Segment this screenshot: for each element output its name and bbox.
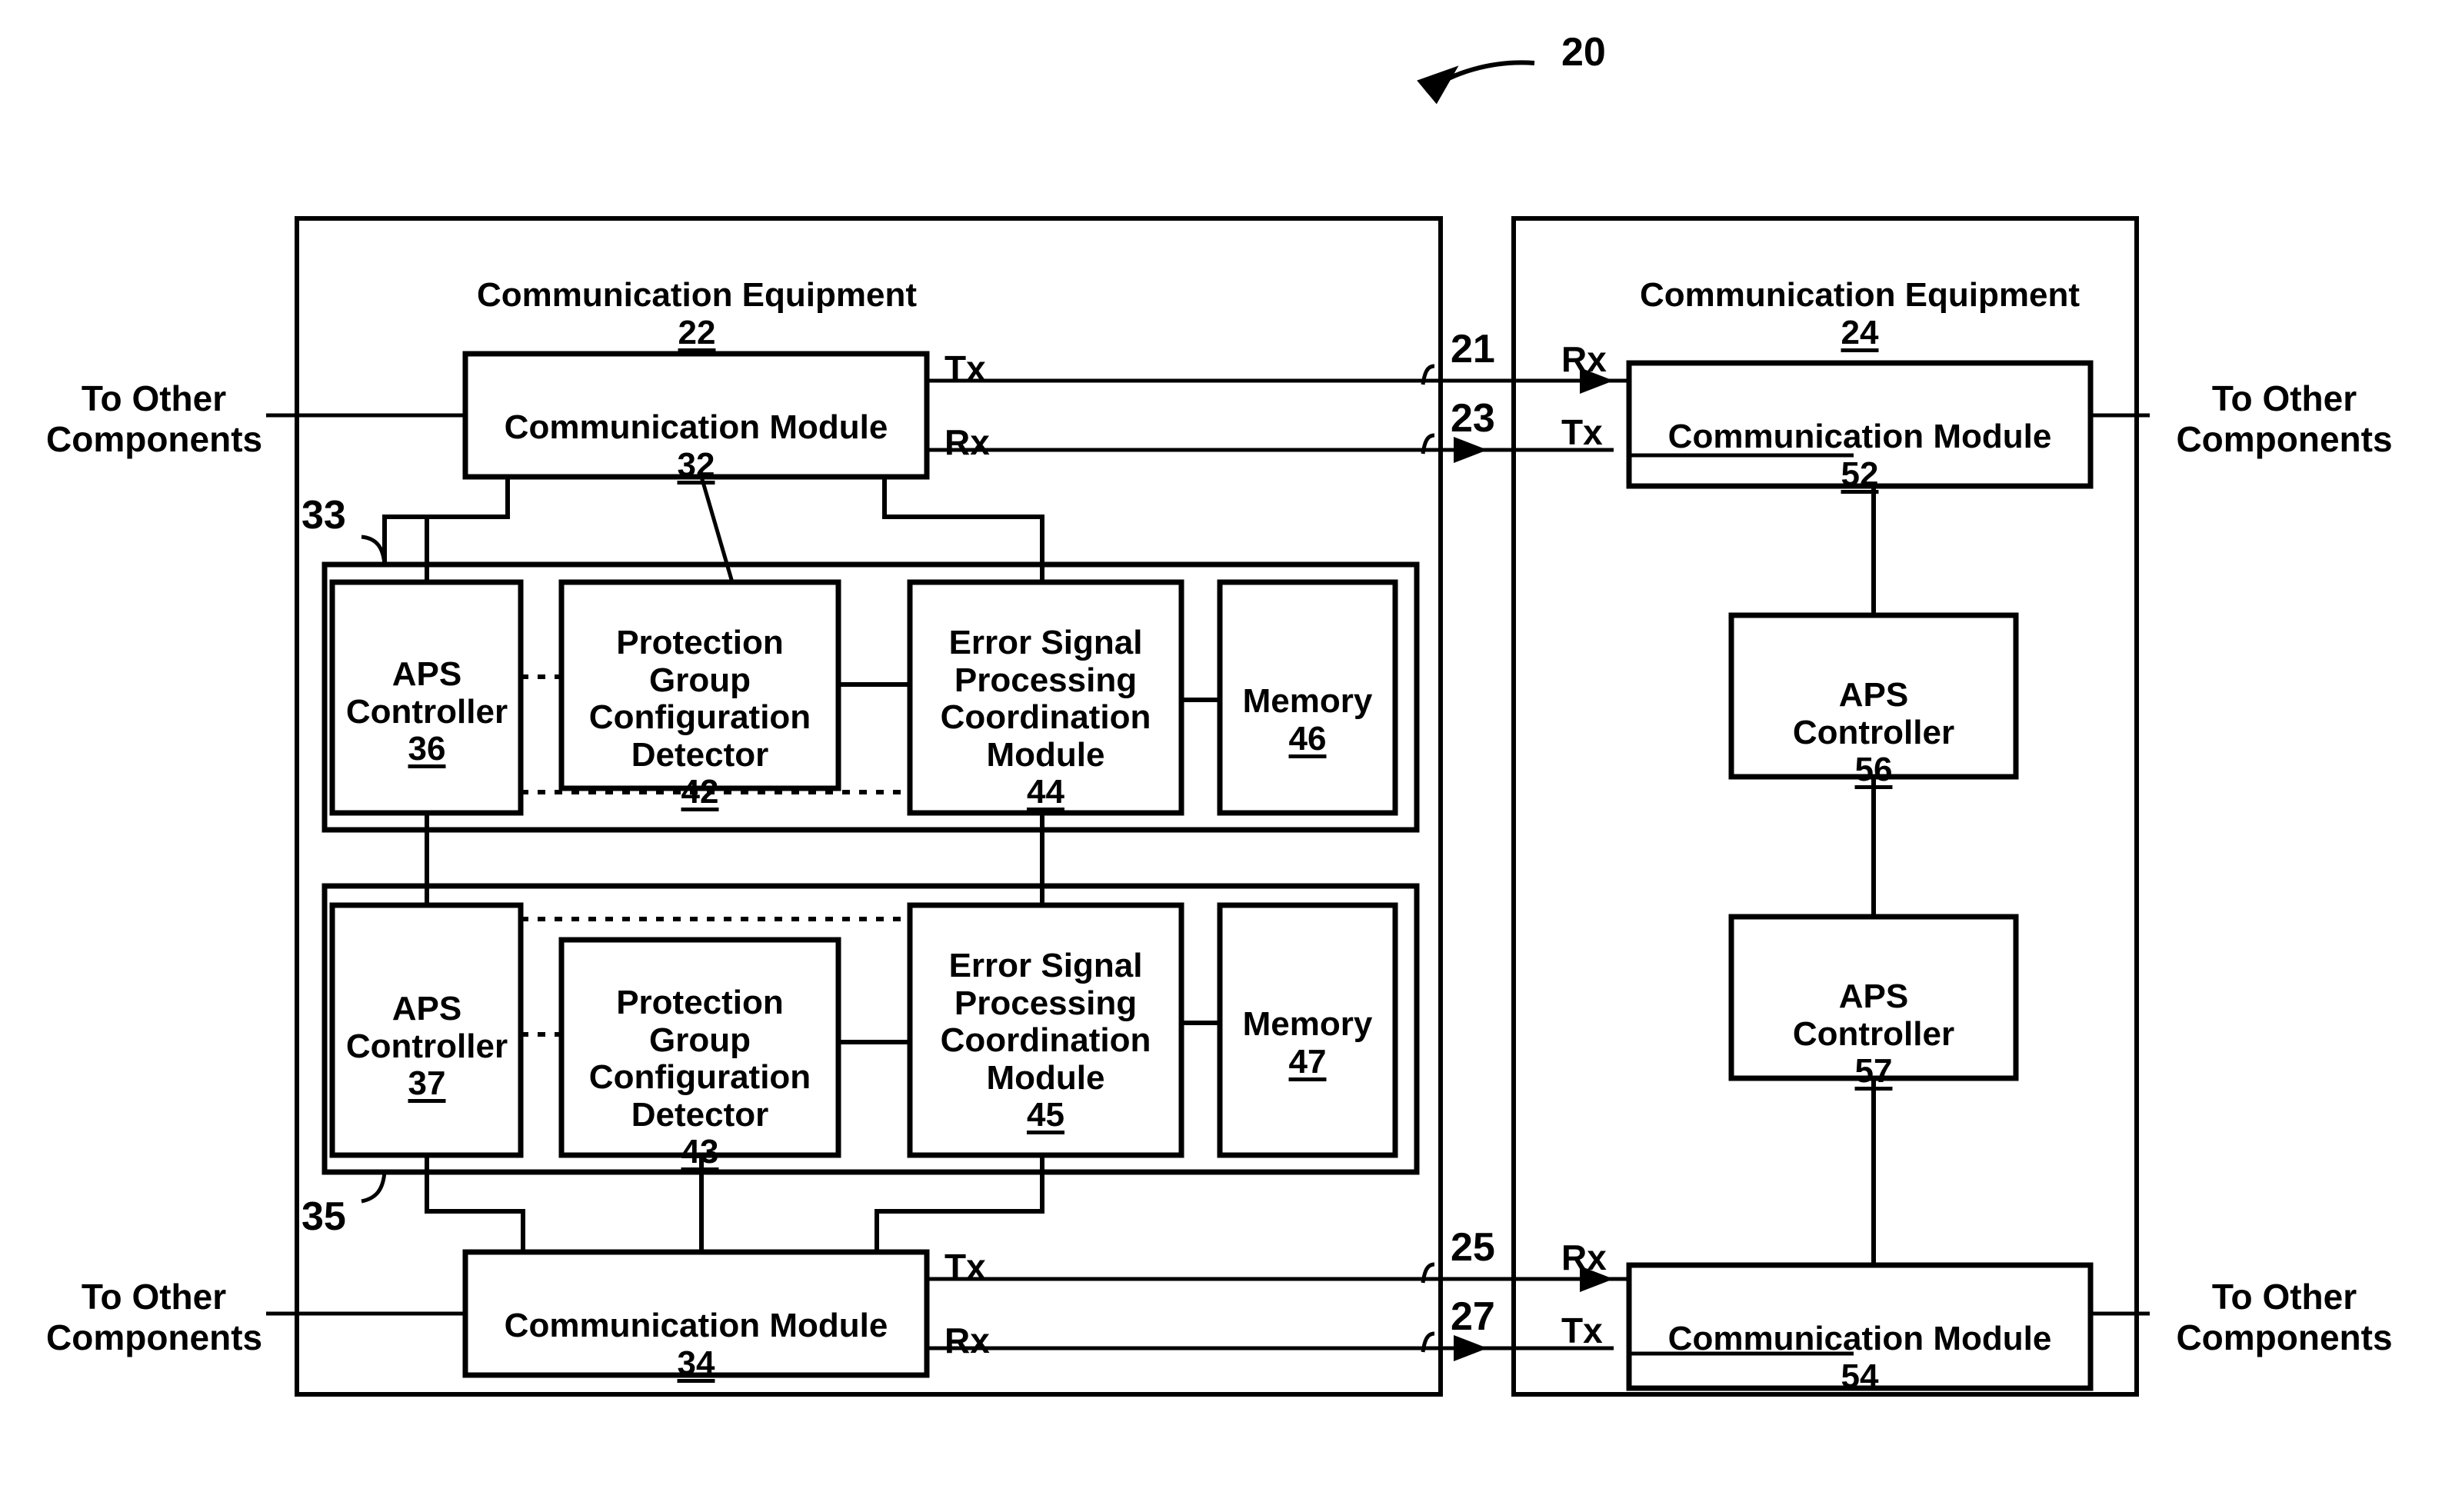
aps-controller-36[interactable]: APS Controller 36: [334, 619, 520, 805]
memory-46-ref: 46: [1288, 719, 1327, 758]
detector-43-ref: 43: [681, 1132, 719, 1171]
comm-module-52[interactable]: Communication Module 52: [1632, 381, 2087, 531]
ref-35-leader: [361, 1171, 387, 1204]
link-ref-21: 21: [1451, 327, 1495, 371]
detector-42-title: Protection Group Configuration Detector: [588, 624, 811, 774]
equipment-22-ref: 22: [678, 313, 716, 351]
port-tx-top-left: Tx: [944, 348, 986, 388]
link-ref-23: 23: [1451, 396, 1495, 441]
equipment-22-title-text: Communication Equipment: [477, 276, 917, 315]
comm-module-52-ref: 52: [1841, 455, 1879, 493]
detector-42-ref: 42: [681, 772, 719, 811]
to-other-components-bottom-right: To Other Components: [2176, 1277, 2393, 1357]
figure-leader-arrow: [1417, 60, 1535, 105]
aps-controller-57[interactable]: APS Controller 57: [1733, 941, 2014, 1127]
comm-module-32-ref: 32: [677, 445, 715, 484]
aps-controller-56-title: APS Controller: [1792, 676, 1955, 751]
error-module-45-ref: 45: [1027, 1095, 1064, 1134]
equipment-24-title: Communication Equipment 24: [1629, 240, 2091, 389]
comm-module-54-ref: 54: [1841, 1357, 1879, 1395]
to-other-components-bottom-left: To Other Components: [46, 1277, 263, 1357]
detector-42[interactable]: Protection Group Configuration Detector …: [563, 588, 837, 848]
comm-module-54-title: Communication Module: [1667, 1320, 2052, 1358]
ref-35: 35: [302, 1194, 346, 1239]
comm-module-32-title: Communication Module: [504, 408, 888, 447]
port-tx-bottom-left: Tx: [944, 1247, 986, 1287]
link-ref-27: 27: [1451, 1294, 1495, 1339]
memory-47-ref: 47: [1288, 1042, 1327, 1081]
port-tx-top-right: Tx: [1561, 412, 1603, 452]
cm32-aps36-wire: [385, 515, 429, 582]
memory-46[interactable]: Memory 46: [1221, 646, 1394, 795]
equipment-22-title: Communication Equipment 22: [466, 240, 928, 389]
detector-43[interactable]: Protection Group Configuration Detector …: [563, 947, 837, 1208]
comm-module-52-title: Communication Module: [1667, 418, 2052, 456]
error-module-44-ref: 44: [1027, 772, 1064, 811]
aps-controller-57-title: APS Controller: [1792, 977, 1955, 1053]
comm-module-34[interactable]: Communication Module 34: [469, 1271, 923, 1420]
memory-46-title: Memory: [1242, 682, 1373, 721]
memory-47-title: Memory: [1242, 1005, 1373, 1044]
error-module-44[interactable]: Error Signal Processing Coordination Mod…: [911, 588, 1180, 848]
link-ref-25: 25: [1451, 1225, 1495, 1270]
port-tx-bottom-right: Tx: [1561, 1311, 1603, 1350]
port-rx-bottom-right: Rx: [1561, 1237, 1607, 1277]
port-rx-top-left: Rx: [944, 422, 990, 462]
comm-module-34-ref: 34: [677, 1344, 715, 1382]
ref-33-leader: [361, 535, 387, 565]
equipment-24-ref: 24: [1841, 313, 1879, 351]
comm-module-54[interactable]: Communication Module 54: [1632, 1284, 2087, 1433]
aps-controller-56-ref: 56: [1854, 751, 1893, 789]
error-module-44-title: Error Signal Processing Coordination Mod…: [940, 624, 1151, 774]
aps-controller-37[interactable]: APS Controller 37: [334, 954, 520, 1140]
aps-controller-57-ref: 57: [1854, 1052, 1893, 1091]
error-module-45[interactable]: Error Signal Processing Coordination Mod…: [911, 911, 1180, 1171]
aps-controller-37-ref: 37: [408, 1064, 446, 1103]
ref-33: 33: [302, 493, 346, 538]
figure-ref-20: 20: [1561, 30, 1606, 75]
comm-module-32[interactable]: Communication Module 32: [469, 372, 923, 521]
comm-module-34-title: Communication Module: [504, 1307, 888, 1345]
aps-controller-56[interactable]: APS Controller 56: [1733, 640, 2014, 826]
to-other-components-top-left: To Other Components: [46, 378, 263, 459]
port-rx-top-right: Rx: [1561, 339, 1607, 379]
aps-controller-37-title: APS Controller: [345, 990, 508, 1065]
memory-47[interactable]: Memory 47: [1221, 969, 1394, 1118]
error-module-45-title: Error Signal Processing Coordination Mod…: [940, 947, 1151, 1097]
aps-controller-36-ref: 36: [408, 730, 446, 768]
figure-canvas: 20 Communication Equipment 22 Communicat…: [0, 0, 2442, 1512]
to-other-components-top-right: To Other Components: [2176, 378, 2393, 459]
detector-43-title: Protection Group Configuration Detector: [588, 984, 811, 1134]
port-rx-bottom-left: Rx: [944, 1321, 990, 1360]
equipment-24-title-text: Communication Equipment: [1640, 276, 2080, 315]
aps-controller-36-title: APS Controller: [345, 655, 508, 731]
